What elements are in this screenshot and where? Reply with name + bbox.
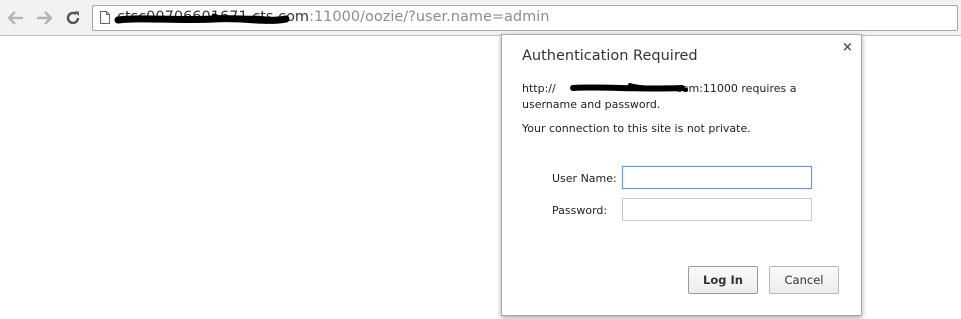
url-path: :11000/oozie/?user.name=admin bbox=[309, 9, 550, 25]
privacy-warning: Your connection to this site is not priv… bbox=[522, 122, 751, 135]
cancel-button[interactable]: Cancel bbox=[769, 266, 839, 294]
username-label: User Name: bbox=[552, 172, 617, 185]
reload-button[interactable] bbox=[62, 7, 84, 29]
forward-button[interactable] bbox=[33, 7, 55, 29]
reload-icon bbox=[66, 11, 80, 25]
password-label: Password: bbox=[552, 204, 608, 217]
close-icon[interactable]: × bbox=[842, 40, 853, 55]
username-input[interactable] bbox=[622, 166, 812, 189]
message-prefix: http:// bbox=[522, 82, 556, 95]
page-icon bbox=[100, 11, 110, 24]
dialog-message: http://com:11000 requires a username and… bbox=[522, 81, 852, 113]
password-input[interactable] bbox=[622, 198, 812, 221]
browser-toolbar: ctsc00706601671.cts.com:11000/oozie/?use… bbox=[0, 0, 961, 36]
auth-dialog: Authentication Required × http://com:110… bbox=[501, 34, 862, 316]
login-button[interactable]: Log In bbox=[688, 266, 758, 294]
arrow-right-icon bbox=[37, 11, 52, 25]
host-redaction-scribble bbox=[570, 83, 688, 92]
url-redaction-scribble bbox=[114, 13, 290, 24]
address-bar[interactable]: ctsc00706601671.cts.com:11000/oozie/?use… bbox=[92, 5, 958, 31]
back-button[interactable] bbox=[5, 7, 27, 29]
arrow-left-icon bbox=[8, 11, 23, 25]
dialog-title: Authentication Required bbox=[522, 48, 698, 64]
